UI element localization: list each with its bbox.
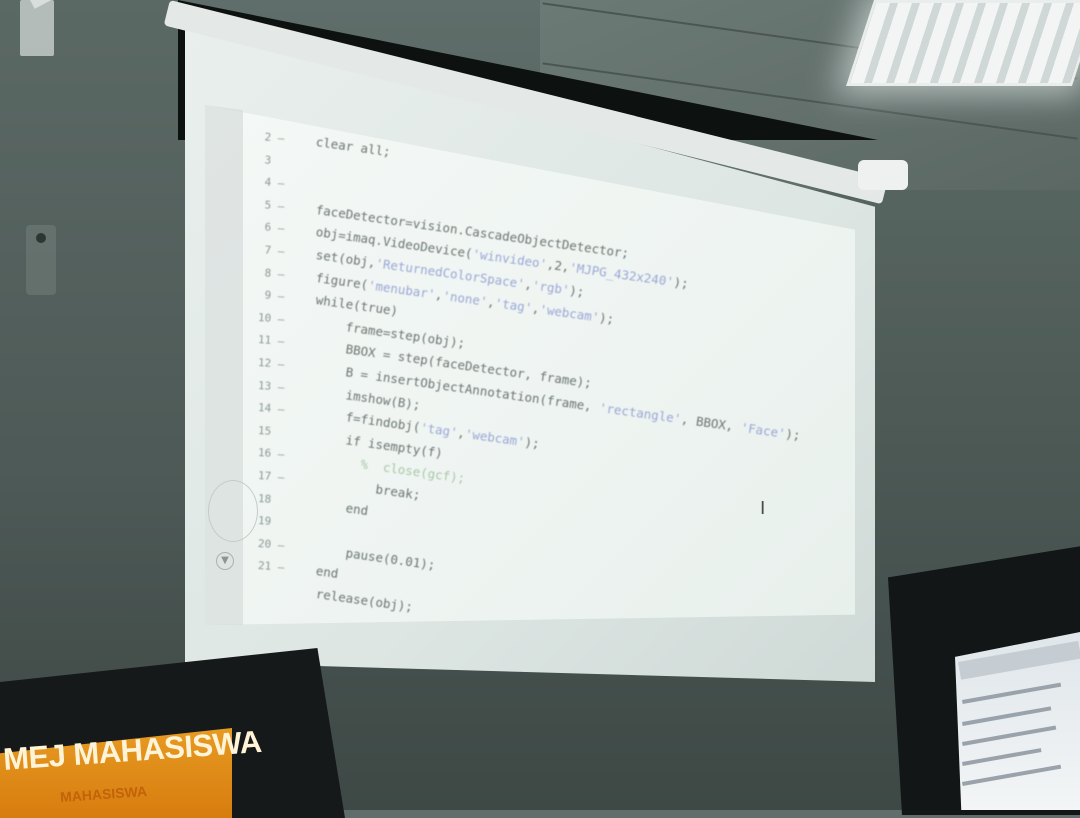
editor-circle-marker: [208, 480, 258, 542]
line-number: 6 –: [257, 220, 285, 236]
line-number: 8 –: [257, 265, 285, 281]
line-number: 9 –: [257, 288, 285, 304]
line-number: 4 –: [257, 175, 285, 191]
line-number: 19: [257, 514, 279, 529]
text-cursor-icon: I: [760, 498, 766, 519]
code-line: release(obj);: [314, 586, 414, 615]
code-line: while(true): [314, 292, 400, 319]
line-number: 12 –: [257, 356, 285, 371]
code-line: clear all;: [314, 134, 392, 160]
line-number: 11 –: [257, 333, 285, 349]
line-number: 5 –: [257, 197, 285, 213]
line-number: [258, 582, 279, 596]
code-line: end: [314, 495, 370, 518]
line-number: 10 –: [257, 310, 285, 326]
editor-down-arrow-icon: ▼: [216, 552, 234, 570]
line-number: 17 –: [257, 469, 285, 484]
line-number: 7 –: [257, 243, 285, 258]
line-number: 2 –: [257, 130, 285, 145]
line-number: 20 –: [257, 536, 285, 552]
line-number: 16 –: [257, 446, 285, 462]
line-number: 3: [257, 152, 279, 167]
line-number: 14 –: [257, 401, 285, 417]
line-number: 18: [257, 491, 279, 506]
code-line: end: [314, 563, 340, 582]
line-number: 21 –: [257, 559, 285, 575]
line-number: 15: [257, 423, 279, 439]
line-number: 13 –: [257, 378, 285, 394]
